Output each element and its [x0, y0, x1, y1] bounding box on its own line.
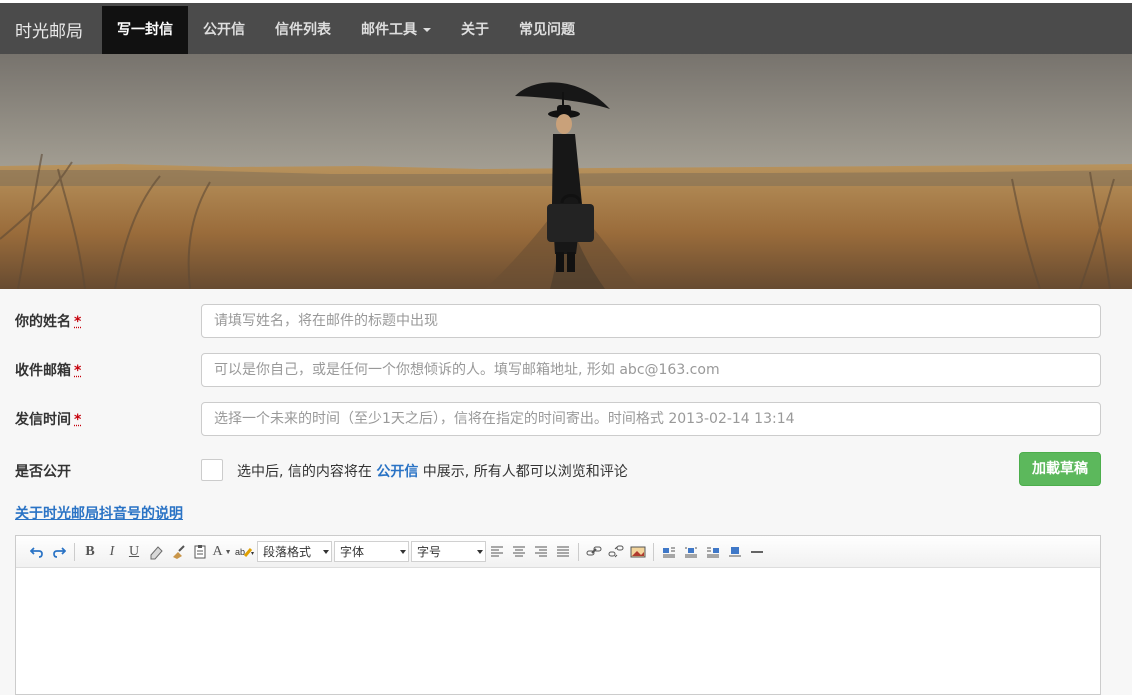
align-center-icon[interactable] — [508, 541, 530, 563]
link-icon[interactable] — [583, 541, 605, 563]
image-left-icon[interactable] — [658, 541, 680, 563]
editor-content-area[interactable] — [16, 568, 1100, 694]
nav-write-letter-label: 写一封信 — [117, 22, 173, 38]
email-row: 收件邮箱 * — [15, 353, 1101, 387]
top-navbar: 时光邮局 写一封信 公开信 信件列表 邮件工具 关于 常见问题 — [0, 0, 1132, 54]
email-input[interactable] — [201, 353, 1101, 387]
required-mark: * — [74, 314, 81, 330]
email-label: 收件邮箱 * — [15, 360, 81, 380]
image-icon[interactable] — [627, 541, 649, 563]
format-brush-icon[interactable] — [167, 541, 189, 563]
name-input[interactable] — [201, 304, 1101, 338]
svg-text:ab: ab — [235, 547, 245, 557]
bold-icon[interactable]: B — [79, 541, 101, 563]
name-label-text: 你的姓名 — [15, 314, 71, 330]
name-row: 你的姓名 * — [15, 304, 1101, 338]
send-time-label-text: 发信时间 — [15, 412, 71, 428]
toolbar-separator — [74, 543, 75, 561]
italic-icon[interactable]: I — [101, 541, 123, 563]
nav-public-letters[interactable]: 公开信 — [188, 6, 260, 54]
public-note: 选中后, 信的内容将在 公开信 中展示, 所有人都可以浏览和评论 — [237, 461, 628, 481]
public-note-after: 中展示, 所有人都可以浏览和评论 — [418, 464, 627, 480]
public-letters-link[interactable]: 公开信 — [376, 464, 418, 480]
nav-about[interactable]: 关于 — [446, 6, 504, 54]
site-brand[interactable]: 时光邮局 — [15, 17, 83, 42]
font-family-select[interactable]: 字体 — [334, 541, 409, 562]
paragraph-format-value: 段落格式 — [263, 543, 311, 560]
nav-faq-label: 常见问题 — [519, 22, 575, 38]
chevron-down-icon — [477, 550, 483, 554]
nav-mail-tools[interactable]: 邮件工具 — [346, 6, 446, 54]
email-label-text: 收件邮箱 — [15, 363, 71, 379]
paragraph-format-select[interactable]: 段落格式 — [257, 541, 332, 562]
public-label: 是否公开 — [15, 461, 71, 481]
douyin-info-link[interactable]: 关于时光邮局抖音号的说明 — [15, 503, 183, 523]
align-right-icon[interactable] — [530, 541, 552, 563]
paste-text-icon[interactable] — [189, 541, 211, 563]
nav-mail-tools-label: 邮件工具 — [361, 22, 417, 38]
public-checkbox[interactable] — [201, 459, 223, 481]
image-right-icon[interactable] — [702, 541, 724, 563]
font-size-select[interactable]: 字号 — [411, 541, 486, 562]
nav-faq[interactable]: 常见问题 — [504, 6, 590, 54]
name-label: 你的姓名 * — [15, 311, 81, 331]
hero-banner-image — [0, 54, 1132, 289]
font-color-icon[interactable]: A ▼ — [211, 541, 233, 563]
chevron-down-icon — [423, 28, 431, 32]
undo-icon[interactable] — [26, 541, 48, 563]
redo-icon[interactable] — [48, 541, 70, 563]
field-umbrella-illustration — [0, 54, 1132, 289]
send-time-input[interactable] — [201, 402, 1101, 436]
rich-text-editor: B I U A ▼ ab 段落格式 字体 字号 — [15, 535, 1101, 695]
nav-write-letter[interactable]: 写一封信 — [102, 6, 188, 54]
nav-public-letters-label: 公开信 — [203, 22, 245, 38]
justify-icon[interactable] — [552, 541, 574, 563]
main-nav: 写一封信 公开信 信件列表 邮件工具 关于 常见问题 — [102, 6, 590, 57]
public-row: 是否公开 选中后, 信的内容将在 公开信 中展示, 所有人都可以浏览和评论 加載… — [15, 454, 1101, 488]
public-note-before: 选中后, 信的内容将在 — [237, 464, 376, 480]
horizontal-rule-icon[interactable] — [746, 541, 768, 563]
toolbar-separator — [653, 543, 654, 561]
image-center-icon[interactable] — [680, 541, 702, 563]
required-mark: * — [74, 363, 81, 379]
font-size-value: 字号 — [417, 543, 441, 560]
required-mark: * — [74, 412, 81, 428]
highlight-icon[interactable]: ab — [233, 541, 255, 563]
eraser-icon[interactable] — [145, 541, 167, 563]
align-left-icon[interactable] — [486, 541, 508, 563]
toolbar-separator — [578, 543, 579, 561]
nav-about-label: 关于 — [461, 22, 489, 38]
chevron-down-icon — [400, 550, 406, 554]
nav-letter-list-label: 信件列表 — [275, 22, 331, 38]
load-draft-button[interactable]: 加載草稿 — [1019, 452, 1101, 486]
nav-letter-list[interactable]: 信件列表 — [260, 6, 346, 54]
image-block-icon[interactable] — [724, 541, 746, 563]
send-time-row: 发信时间 * — [15, 402, 1101, 436]
font-family-value: 字体 — [340, 543, 364, 560]
unlink-icon[interactable] — [605, 541, 627, 563]
send-time-label: 发信时间 * — [15, 409, 81, 429]
chevron-down-icon — [323, 550, 329, 554]
underline-icon[interactable]: U — [123, 541, 145, 563]
editor-toolbar: B I U A ▼ ab 段落格式 字体 字号 — [16, 536, 1100, 568]
